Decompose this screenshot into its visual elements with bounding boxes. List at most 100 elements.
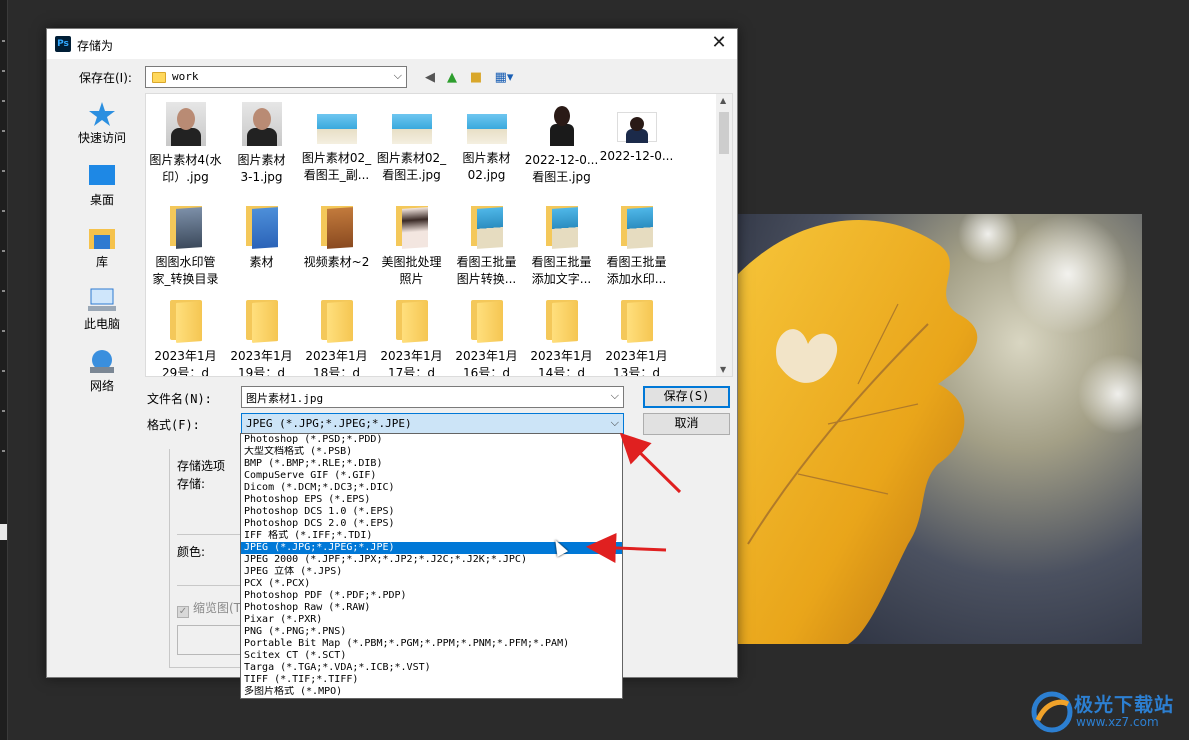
file-item[interactable]: 2022-12-0... 看图王.jpg	[524, 102, 599, 186]
file-name-line: 2023年1月	[305, 349, 368, 363]
file-item[interactable]: 2023年1月 14号：d	[524, 298, 599, 376]
location-label: 保存在(I):	[79, 71, 132, 85]
file-list-view[interactable]: ▲ ▼ 图片素材4(水 印）.jpg 图片素材 3-1.jpg 图片素材02_ 看图王_副…	[145, 93, 733, 377]
divider	[177, 534, 247, 535]
format-option[interactable]: Photoshop DCS 1.0 (*.EPS)	[241, 506, 622, 518]
scroll-down-icon[interactable]: ▼	[720, 365, 726, 374]
up-folder-icon[interactable]: ▲	[443, 69, 461, 87]
file-name-line: 看图王.jpg	[532, 170, 591, 184]
file-item[interactable]: 2023年1月 17号：d	[374, 298, 449, 376]
format-option[interactable]: BMP (*.BMP;*.RLE;*.DIB)	[241, 458, 622, 470]
place-label: 网络	[89, 379, 114, 393]
ps-toolbar-strip	[0, 0, 8, 740]
file-name-line: 2023年1月	[380, 349, 443, 363]
file-thumbnail	[467, 204, 507, 248]
file-name-line: 看图王_副...	[303, 168, 370, 182]
format-option[interactable]: PCX (*.PCX)	[241, 578, 622, 590]
file-name-line: 2022-12-0...	[524, 153, 599, 167]
format-option[interactable]: JPEG 立体 (*.JPS)	[241, 566, 622, 578]
format-option[interactable]: CompuServe GIF (*.GIF)	[241, 470, 622, 482]
foreground-color-swatch[interactable]	[0, 524, 7, 540]
file-item[interactable]: 美图批处理 照片	[374, 204, 449, 288]
file-name-line: 2022-12-0...	[599, 149, 674, 163]
file-name-line: 19号：d	[238, 366, 285, 377]
format-option[interactable]: Portable Bit Map (*.PBM;*.PGM;*.PPM;*.PN…	[241, 638, 622, 650]
scroll-up-icon[interactable]: ▲	[720, 96, 726, 105]
file-name-line: 图片转换...	[456, 272, 517, 286]
file-item[interactable]: 看图王批量 添加水印...	[599, 204, 674, 288]
format-option[interactable]: Photoshop PDF (*.PDF;*.PDP)	[241, 590, 622, 602]
place-network[interactable]: 网络	[57, 349, 147, 394]
file-item[interactable]: 2023年1月 18号：d	[299, 298, 374, 376]
place-desktop[interactable]: 桌面	[57, 163, 147, 208]
file-thumbnail	[617, 204, 657, 248]
scroll-thumb[interactable]	[719, 112, 729, 154]
file-item[interactable]: 图片素材4(水 印）.jpg	[148, 102, 223, 186]
file-item[interactable]: 图图水印管 家_转换目录	[148, 204, 223, 288]
location-combo[interactable]: work ⌵	[145, 66, 407, 88]
vertical-scrollbar[interactable]: ▲ ▼	[716, 94, 732, 376]
cancel-button[interactable]: 取消	[643, 413, 730, 435]
file-thumbnail	[242, 298, 282, 342]
file-item[interactable]: 看图王批量 图片转换...	[449, 204, 524, 288]
file-item[interactable]: 2023年1月 16号：d	[449, 298, 524, 377]
place-label: 快速访问	[77, 131, 126, 145]
format-option[interactable]: TIFF (*.TIF;*.TIFF)	[241, 674, 622, 686]
format-option[interactable]: Scitex CT (*.SCT)	[241, 650, 622, 662]
thumbnail-checkbox[interactable]: ✓ 缩览图(T	[177, 599, 241, 618]
save-button[interactable]: 保存(S)	[643, 386, 730, 408]
format-option[interactable]: Dicom (*.DCM;*.DC3;*.DIC)	[241, 482, 622, 494]
file-name-line: 照片	[399, 272, 424, 286]
canvas-image-leaf	[738, 214, 1142, 644]
format-option[interactable]: PNG (*.PNG;*.PNS)	[241, 626, 622, 638]
file-item[interactable]: 图片素材02_ 看图王_副...	[299, 102, 374, 184]
file-name-line: 29号：d	[162, 366, 209, 377]
filename-input[interactable]: 图片素材1.jpg ⌵	[241, 386, 624, 408]
file-item[interactable]: 图片素材 02.jpg	[449, 102, 524, 184]
place-library[interactable]: 库	[57, 225, 147, 270]
file-item[interactable]: 看图王批量 添加文字...	[524, 204, 599, 288]
chevron-down-icon: ⌵	[393, 69, 402, 82]
library-icon	[88, 225, 116, 251]
file-name-line: 添加水印...	[606, 272, 667, 286]
file-thumbnail	[542, 298, 582, 342]
file-name-line: 视频素材~2	[303, 255, 370, 269]
format-option[interactable]: 多图片格式 (*.MPO)	[241, 686, 622, 698]
file-name-line: 16号：d	[463, 366, 510, 377]
view-menu-icon[interactable]: ▦▾	[491, 69, 517, 87]
file-item[interactable]: 图片素材 3-1.jpg	[224, 102, 299, 186]
place-this-pc[interactable]: 此电脑	[57, 287, 147, 332]
back-icon[interactable]: ◀	[421, 69, 439, 87]
file-item[interactable]: 2023年1月 13号：d	[599, 298, 674, 376]
site-watermark: 极光下载站 www.xz7.com	[1030, 690, 1180, 734]
format-option[interactable]: JPEG 2000 (*.JPF;*.JPX;*.JP2;*.J2C;*.J2K…	[241, 554, 622, 566]
format-option[interactable]: 大型文档格式 (*.PSB)	[241, 446, 622, 458]
format-option[interactable]: IFF 格式 (*.IFF;*.TDI)	[241, 530, 622, 542]
computer-icon	[88, 287, 116, 313]
format-select[interactable]: JPEG (*.JPG;*.JPEG;*.JPE) ⌵	[241, 413, 624, 435]
file-item[interactable]: 2023年1月 29号：d	[148, 298, 223, 377]
format-option[interactable]: Photoshop EPS (*.EPS)	[241, 494, 622, 506]
format-option[interactable]: Photoshop (*.PSD;*.PDD)	[241, 434, 622, 446]
file-thumbnail	[392, 204, 432, 248]
file-thumbnail	[241, 102, 282, 146]
file-name-line: 2023年1月	[230, 349, 293, 363]
color-label: 颜色:	[177, 545, 206, 559]
format-option[interactable]: Photoshop DCS 2.0 (*.EPS)	[241, 518, 622, 530]
format-option[interactable]: Targa (*.TGA;*.VDA;*.ICB;*.VST)	[241, 662, 622, 674]
place-label: 库	[95, 255, 108, 269]
format-dropdown-list[interactable]: Photoshop (*.PSD;*.PDD) 大型文档格式 (*.PSB) BMP…	[240, 433, 623, 699]
folder-icon	[152, 72, 166, 83]
file-item[interactable]: 视频素材~2	[299, 204, 374, 271]
new-folder-icon[interactable]: ■	[467, 69, 485, 87]
close-button[interactable]: ✕	[707, 32, 731, 56]
file-item[interactable]: 素材	[224, 204, 299, 271]
file-thumbnail	[616, 112, 657, 143]
format-option[interactable]: Photoshop Raw (*.RAW)	[241, 602, 622, 614]
file-name-line: 图片素材	[462, 151, 511, 165]
file-item[interactable]: 2023年1月 19号：d	[224, 298, 299, 377]
place-quick-access[interactable]: 快速访问	[57, 101, 147, 146]
file-item[interactable]: 2022-12-0...	[599, 102, 674, 165]
file-item[interactable]: 图片素材02_ 看图王.jpg	[374, 102, 449, 184]
format-option[interactable]: Pixar (*.PXR)	[241, 614, 622, 626]
